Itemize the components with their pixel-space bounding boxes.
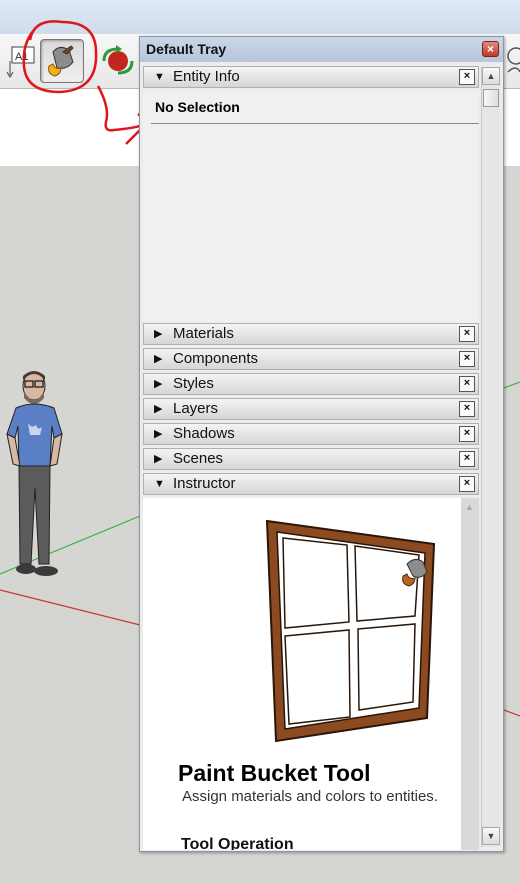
scroll-thumb[interactable]: [483, 89, 499, 107]
panel-label: Components: [173, 350, 259, 367]
panel-label: Scenes: [173, 450, 224, 467]
panel-close-button[interactable]: ×: [459, 69, 475, 85]
scroll-up-arrow-icon[interactable]: ▲: [465, 502, 474, 512]
collapsed-triangle-icon: ▶: [154, 353, 163, 365]
panel-header-entity-info[interactable]: ▼ Entity Info ×: [143, 66, 479, 88]
panel-label: Materials: [173, 325, 234, 342]
collapsed-triangle-icon: ▶: [154, 328, 163, 340]
panel-header-shadows[interactable]: ▶ Shadows ×: [143, 423, 479, 445]
selection-status: No Selection: [155, 99, 240, 115]
tray-scrollbar[interactable]: ▲ ▼: [481, 67, 500, 847]
scroll-up-button[interactable]: ▲: [482, 67, 500, 85]
panel-close-button[interactable]: ×: [459, 451, 475, 467]
panel-label: Layers: [173, 400, 219, 417]
collapsed-triangle-icon: ▶: [154, 403, 163, 415]
collapsed-triangle-icon: ▶: [154, 428, 163, 440]
default-tray-window: Default Tray × ▼ Entity Info × No Select…: [139, 36, 504, 852]
window-paint-illustration: [265, 519, 436, 743]
panel-header-scenes[interactable]: ▶ Scenes ×: [143, 448, 479, 470]
tray-title-bar[interactable]: Default Tray: [140, 37, 503, 62]
panel-label: Instructor: [173, 475, 236, 492]
panel-close-button[interactable]: ×: [459, 476, 475, 492]
instructor-tool-name: Paint Bucket Tool: [178, 760, 371, 786]
collapsed-triangle-icon: ▶: [154, 453, 163, 465]
instructor-scrollbar[interactable]: ▲: [461, 498, 479, 850]
partial-toolbar-icon[interactable]: [504, 44, 520, 78]
panel-close-button[interactable]: ×: [459, 351, 475, 367]
expanded-triangle-icon: ▼: [154, 478, 165, 490]
entity-info-content: No Selection: [143, 91, 479, 356]
panel-close-button[interactable]: ×: [459, 426, 475, 442]
panel-header-styles[interactable]: ▶ Styles ×: [143, 373, 479, 395]
expanded-triangle-icon: ▼: [154, 71, 165, 83]
panel-close-button[interactable]: ×: [459, 376, 475, 392]
panel-label: Shadows: [173, 425, 235, 442]
collapsed-triangle-icon: ▶: [154, 378, 163, 390]
panel-label: Styles: [173, 375, 214, 392]
instructor-description: Assign materials and colors to entities.: [182, 788, 438, 805]
scale-figure: [6, 371, 63, 576]
panel-close-button[interactable]: ×: [459, 326, 475, 342]
panel-header-materials[interactable]: ▶ Materials ×: [143, 323, 479, 345]
divider: [151, 123, 479, 124]
instructor-content: Paint Bucket Tool Assign materials and c…: [143, 498, 479, 850]
close-icon: ×: [486, 42, 494, 56]
panel-label: Entity Info: [173, 68, 240, 85]
panel-header-components[interactable]: ▶ Components ×: [143, 348, 479, 370]
panel-header-instructor[interactable]: ▼ Instructor ×: [143, 473, 479, 495]
panel-close-button[interactable]: ×: [459, 401, 475, 417]
tray-title: Default Tray: [146, 41, 227, 57]
panel-header-layers[interactable]: ▶ Layers ×: [143, 398, 479, 420]
instructor-section-heading: Tool Operation: [181, 836, 294, 850]
tray-close-button[interactable]: ×: [482, 41, 499, 57]
scroll-down-button[interactable]: ▼: [482, 827, 500, 845]
